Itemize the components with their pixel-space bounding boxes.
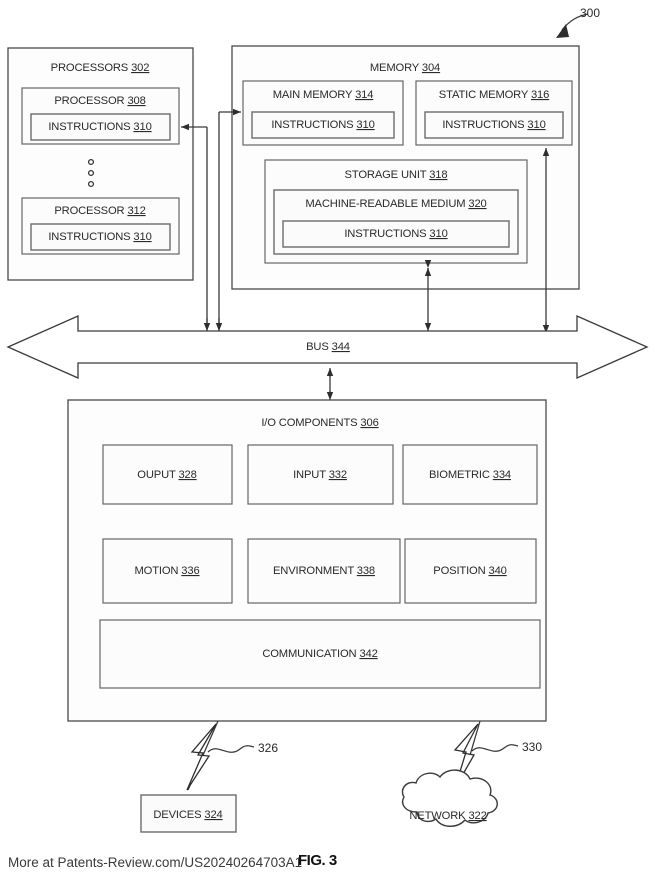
ellipsis-dot-2 — [87, 169, 95, 177]
io-position-label: POSITION 340 — [433, 565, 506, 577]
io-input-label: INPUT 332 — [293, 469, 347, 481]
io-communication-label: COMMUNICATION 342 — [262, 648, 377, 660]
processor-312-instructions-label: INSTRUCTIONS 310 — [48, 231, 151, 243]
storage-unit-title: STORAGE UNIT 318 — [345, 169, 448, 181]
io-biometric-label: BIOMETRIC 334 — [429, 469, 511, 481]
processor-308-title: PROCESSOR 308 — [54, 95, 145, 107]
static-memory-instructions-label: INSTRUCTIONS 310 — [442, 119, 545, 131]
io-motion-label: MOTION 336 — [134, 565, 199, 577]
bus-label: BUS 344 — [306, 341, 350, 353]
io-environment-label: ENVIRONMENT 338 — [273, 565, 375, 577]
figure-ref-number: 300 — [580, 6, 600, 20]
ellipsis-dot-3 — [87, 180, 95, 188]
network-ref-leader — [471, 744, 519, 752]
patent-figure-3: 300 PROCESSORS 302 PROCESSOR 308 INSTRUC… — [6, 6, 649, 833]
ellipsis-dot-1 — [87, 158, 95, 166]
figure-ref-arrowhead — [556, 24, 569, 38]
footer-watermark: More at Patents-Review.com/US20240264703… — [8, 855, 303, 870]
processor-312-title: PROCESSOR 312 — [54, 205, 145, 217]
main-memory-instructions-label: INSTRUCTIONS 310 — [271, 119, 374, 131]
memory-title: MEMORY 304 — [370, 62, 440, 74]
main-memory-title: MAIN MEMORY 314 — [273, 89, 374, 101]
processors-title: PROCESSORS 302 — [51, 62, 150, 74]
io-output-label: OUPUT 328 — [137, 469, 196, 481]
figure-caption: FIG. 3 — [298, 852, 337, 869]
network-ref-number: 330 — [522, 740, 542, 754]
machine-readable-medium-title: MACHINE-READABLE MEDIUM 320 — [305, 198, 486, 210]
devices-ref-leader — [207, 745, 255, 753]
static-memory-title: STATIC MEMORY 316 — [439, 89, 549, 101]
network-label: NETWORK 322 — [409, 810, 486, 822]
io-components-title: I/O COMPONENTS 306 — [261, 417, 378, 429]
medium-instructions-label: INSTRUCTIONS 310 — [344, 228, 447, 240]
figure-canvas: 300 PROCESSORS 302 PROCESSOR 308 INSTRUC… — [0, 0, 655, 888]
processor-308-instructions-label: INSTRUCTIONS 310 — [48, 121, 151, 133]
devices-ref-number: 326 — [258, 741, 278, 755]
devices-label: DEVICES 324 — [153, 809, 222, 821]
